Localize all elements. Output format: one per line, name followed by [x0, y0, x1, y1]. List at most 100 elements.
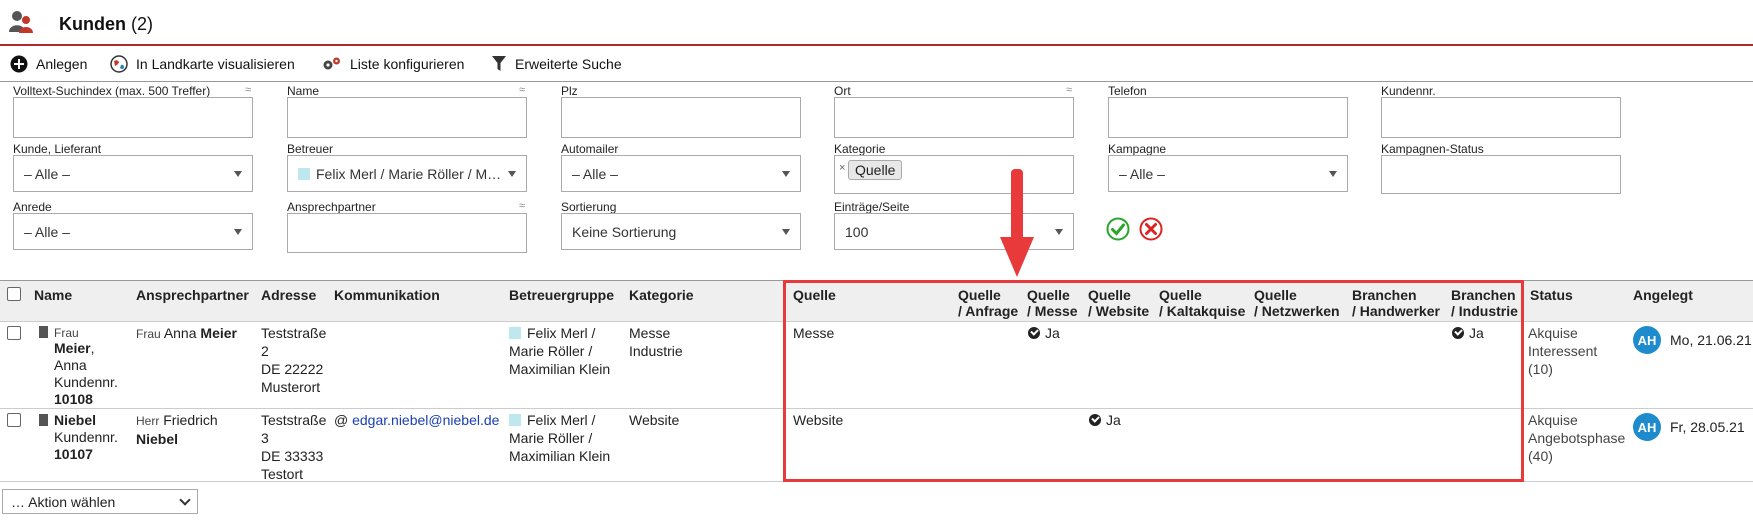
status-value: Akquise Interessent (10): [1528, 325, 1598, 377]
at-icon: @: [334, 412, 349, 428]
column-quelle-anfrage[interactable]: Quelle / Anfrage: [958, 287, 1018, 319]
caret-down-icon: [234, 229, 242, 235]
automailer-label: Automailer: [561, 142, 619, 156]
group-color-swatch: [298, 167, 310, 180]
column-kommunikation[interactable]: Kommunikation: [334, 287, 440, 303]
column-status[interactable]: Status: [1530, 287, 1573, 303]
column-name[interactable]: Name: [34, 287, 72, 303]
gears-icon: [323, 57, 340, 70]
column-betreuergruppe[interactable]: Betreuergruppe: [509, 287, 614, 303]
kampagne-select[interactable]: – Alle –: [1108, 155, 1348, 192]
check-circle-icon: [1089, 414, 1101, 426]
name-label: Name: [287, 84, 320, 98]
kampagnen-status-input[interactable]: [1381, 155, 1621, 194]
column-branchen-industrie[interactable]: Branchen / Industrie: [1451, 287, 1518, 319]
kundennr-input[interactable]: [1381, 97, 1621, 138]
ansprechpartner-label: Ansprechpartner: [287, 200, 376, 214]
customer-name[interactable]: Niebel: [54, 411, 96, 429]
column-quelle-netzwerken[interactable]: Quelle / Netzwerken: [1254, 287, 1340, 319]
automailer-select[interactable]: – Alle –: [561, 155, 801, 192]
branchen-industrie-value: Ja: [1452, 324, 1484, 342]
caret-down-icon: [508, 171, 516, 177]
anrede-select[interactable]: – Alle –: [13, 213, 253, 250]
email-link[interactable]: @ edgar.niebel@niebel.de: [334, 411, 499, 429]
check-circle-icon: [1028, 327, 1040, 339]
eintraege-select[interactable]: 100: [834, 213, 1074, 250]
address: Teststraße 2 DE 22222 Musterort: [261, 325, 327, 395]
group-color-swatch: [509, 327, 521, 339]
configure-list-button[interactable]: Liste konfigurieren: [322, 54, 464, 74]
check-circle-icon: [1452, 327, 1464, 339]
column-quelle[interactable]: Quelle: [793, 287, 836, 303]
betreuer-select[interactable]: Felix Merl / Marie Röller / M…: [287, 155, 527, 192]
chevron-down-icon: [179, 494, 191, 506]
title-bar: Kunden (2): [0, 0, 1753, 46]
approx-icon: ≈: [245, 84, 252, 96]
advanced-search-button[interactable]: Erweiterte Suche: [491, 54, 622, 74]
ansprechpartner-input[interactable]: [287, 213, 527, 253]
eintraege-label: Einträge/Seite: [834, 200, 910, 214]
caret-down-icon: [782, 229, 790, 235]
tag-remove-icon[interactable]: ×: [839, 162, 845, 174]
table-row[interactable]: Frau Meier, Anna Kundennr. 10108 Frau An…: [0, 322, 1753, 409]
caret-down-icon: [1055, 229, 1063, 235]
telefon-label: Telefon: [1108, 84, 1147, 98]
created-date: Mo, 21.06.21: [1670, 332, 1752, 348]
row-checkbox[interactable]: [7, 326, 21, 340]
address: Teststraße 3 DE 33333 Testort: [261, 412, 327, 482]
column-ansprechpartner[interactable]: Ansprechpartner: [136, 287, 249, 303]
quelle-website-value: Ja: [1089, 411, 1121, 429]
action-select[interactable]: … Aktion wählen: [2, 489, 198, 514]
kampagne-label: Kampagne: [1108, 142, 1167, 156]
plz-label: Plz: [561, 84, 578, 98]
contact-person: Frau Anna Meier: [136, 325, 237, 341]
column-angelegt[interactable]: Angelegt: [1633, 287, 1693, 303]
group-color-swatch: [509, 414, 521, 426]
fulltext-label: Volltext-Suchindex (max. 500 Treffer): [13, 84, 211, 98]
document-icon: [39, 326, 48, 338]
quelle-value: Messe: [793, 325, 835, 341]
avatar[interactable]: AH: [1633, 326, 1661, 354]
status-value: Akquise Angebotsphase (40): [1528, 412, 1626, 464]
betreuer-label: Betreuer: [287, 142, 334, 156]
quelle-value: Website: [793, 412, 844, 428]
kundennr-label: Kundennr.: [1381, 84, 1436, 98]
kategorie-tag[interactable]: Quelle: [848, 160, 903, 180]
page-title: Kunden (2): [59, 14, 154, 34]
name-input[interactable]: [287, 97, 527, 138]
toolbar: Anlegen In Landkarte visualisieren Liste…: [0, 46, 1753, 82]
approx-icon: ≈: [519, 200, 526, 212]
apply-filter-icon[interactable]: [1106, 217, 1130, 241]
caret-down-icon: [1329, 171, 1337, 177]
caret-down-icon: [782, 171, 790, 177]
add-button[interactable]: Anlegen: [10, 54, 87, 74]
avatar[interactable]: AH: [1633, 413, 1661, 441]
map-visualize-button[interactable]: In Landkarte visualisieren: [110, 54, 295, 74]
column-quelle-website[interactable]: Quelle / Website: [1088, 287, 1149, 319]
sortierung-label: Sortierung: [561, 200, 617, 214]
plz-input[interactable]: [561, 97, 801, 138]
column-branchen-handwerker[interactable]: Branchen / Handwerker: [1352, 287, 1440, 319]
betreuergruppe: Felix Merl / Marie Röller / Maximilian Kle…: [509, 325, 611, 377]
kunde-select[interactable]: – Alle –: [13, 155, 253, 192]
reset-filter-icon[interactable]: [1139, 217, 1163, 241]
column-quelle-messe[interactable]: Quelle / Messe: [1027, 287, 1078, 319]
kunde-label: Kunde, Lieferant: [13, 142, 102, 156]
ort-input[interactable]: [834, 97, 1074, 138]
fulltext-input[interactable]: [13, 97, 253, 138]
customer-name[interactable]: Meier,: [54, 339, 94, 357]
approx-icon: ≈: [519, 84, 526, 96]
telefon-input[interactable]: [1108, 97, 1348, 138]
table-row[interactable]: Niebel Kundennr. 10107 Herr Friedrich Nie…: [0, 409, 1753, 482]
sortierung-select[interactable]: Keine Sortierung: [561, 213, 801, 250]
kampagnen-status-label: Kampagnen-Status: [1381, 142, 1484, 156]
kategorie-label: Kategorie: [834, 142, 886, 156]
table-header: Name Ansprechpartner Adresse Kommunikati…: [0, 280, 1753, 322]
column-adresse[interactable]: Adresse: [261, 287, 316, 303]
column-kategorie[interactable]: Kategorie: [629, 287, 694, 303]
row-checkbox[interactable]: [7, 413, 21, 427]
kategorie-value: Messe Industrie: [629, 325, 683, 359]
column-quelle-kaltakquise[interactable]: Quelle / Kaltakquise: [1159, 287, 1245, 319]
caret-down-icon: [234, 171, 242, 177]
select-all-checkbox[interactable]: [7, 287, 21, 301]
